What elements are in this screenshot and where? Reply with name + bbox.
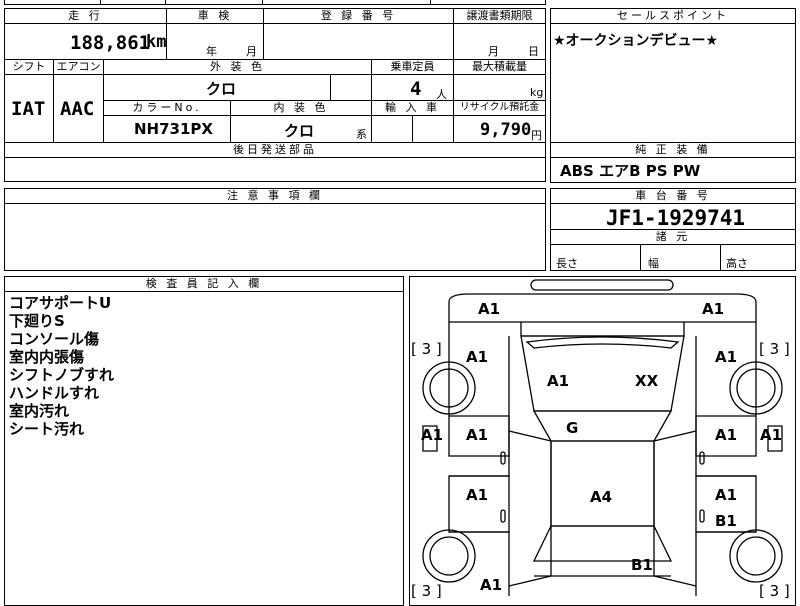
damage-label: A1 [715,426,738,444]
equipment-value: ABS エアB PS PW [560,162,701,180]
note-item: 下廻りS [9,312,65,330]
damage-label: [ 3 ] [411,340,442,358]
interior-color-suffix: 系 [356,128,367,141]
note-item: ハンドルすれ [9,384,100,402]
recycle-value: 9,790 [480,120,532,140]
exterior-color-header: 外 装 色 [103,59,372,75]
note-item: コアサポートU [9,294,112,312]
inspection-header: 車 検 [166,8,264,24]
note-item: 室内内張傷 [9,348,85,366]
transfer-day-unit: 日 [528,45,539,58]
damage-label: A1 [715,348,738,366]
vehicle-info-form [4,8,546,143]
inspector-header: 検 査 員 記 入 欄 [4,276,404,292]
interior-color-header: 内 装 色 [230,100,372,116]
capacity-value: 4 [410,78,422,100]
max-load-unit: kg [530,86,544,99]
damage-label: [ 3 ] [759,582,790,600]
interior-color-value: クロ [284,122,315,140]
damage-label: [ 3 ] [759,340,790,358]
import-car-header: 輸 入 車 [371,100,454,116]
equipment-header: 純 正 装 備 [550,142,796,158]
damage-label: A1 [715,486,738,504]
damage-label: A1 [466,486,489,504]
damage-label: A4 [590,488,613,506]
sales-point-box [550,8,796,143]
chassis-value: JF1-1929741 [606,206,746,230]
transfer-deadline-header: 譲渡書類期限 [453,8,546,24]
damage-label: A1 [702,300,725,318]
damage-label: A1 [466,426,489,444]
color-no-header: カラーNo. [103,100,231,116]
damage-label: B1 [715,512,737,530]
capacity-header: 乗車定員 [371,59,454,75]
color-no-value: NH731PX [134,120,213,138]
note-item: シフトノブすれ [9,366,115,384]
dimensions-header: 諸 元 [550,229,796,245]
damage-label: A1 [760,426,783,444]
damage-label: A1 [478,300,501,318]
damage-label: B1 [631,556,653,574]
recycle-header: リサイクル預託金 [453,100,546,116]
max-load-header: 最大積載量 [453,59,546,75]
note-item: 室内汚れ [9,402,70,420]
damage-label: A1 [480,576,503,594]
dimensions-length: 長さ [556,257,578,270]
mileage-header: 走 行 [4,8,167,24]
registration-header: 登 録 番 号 [263,8,454,24]
mileage-value: 188,861 [70,32,151,54]
inspection-year-unit: 年 [206,45,217,58]
top-strip [4,0,546,5]
damage-label: A1 [421,426,444,444]
inspection-month-unit: 月 [246,45,257,58]
damage-label: A1 [547,372,570,390]
damage-label: [ 3 ] [411,582,442,600]
shift-header: シフト [4,59,54,75]
transfer-month-unit: 月 [488,45,499,58]
sales-point-header: セールスポイント [550,8,796,24]
recycle-unit: 円 [531,129,542,142]
sales-point-text: ★オークションデビュー★ [553,33,719,49]
chassis-header: 車 台 番 号 [550,188,796,204]
shift-value: IAT [11,98,46,120]
dimensions-height: 高さ [726,257,748,270]
note-item: シート汚れ [9,420,85,438]
caution-header: 注 意 事 項 欄 [4,188,546,204]
later-parts-header: 後日発送部品 [4,142,546,158]
aircon-value: AAC [60,98,95,120]
exterior-color-value: クロ [206,80,237,98]
damage-label: G [566,419,579,437]
damage-label: XX [635,372,659,390]
dimensions-width: 幅 [648,257,659,270]
aircon-header: エアコン [53,59,104,75]
inspector-notes: コアサポートU 下廻りS コンソール傷 室内内張傷 シフトノブすれ ハンドルすれ… [9,294,114,438]
mileage-unit: km [146,32,167,52]
damage-label: A1 [466,348,489,366]
note-item: コンソール傷 [9,330,100,348]
